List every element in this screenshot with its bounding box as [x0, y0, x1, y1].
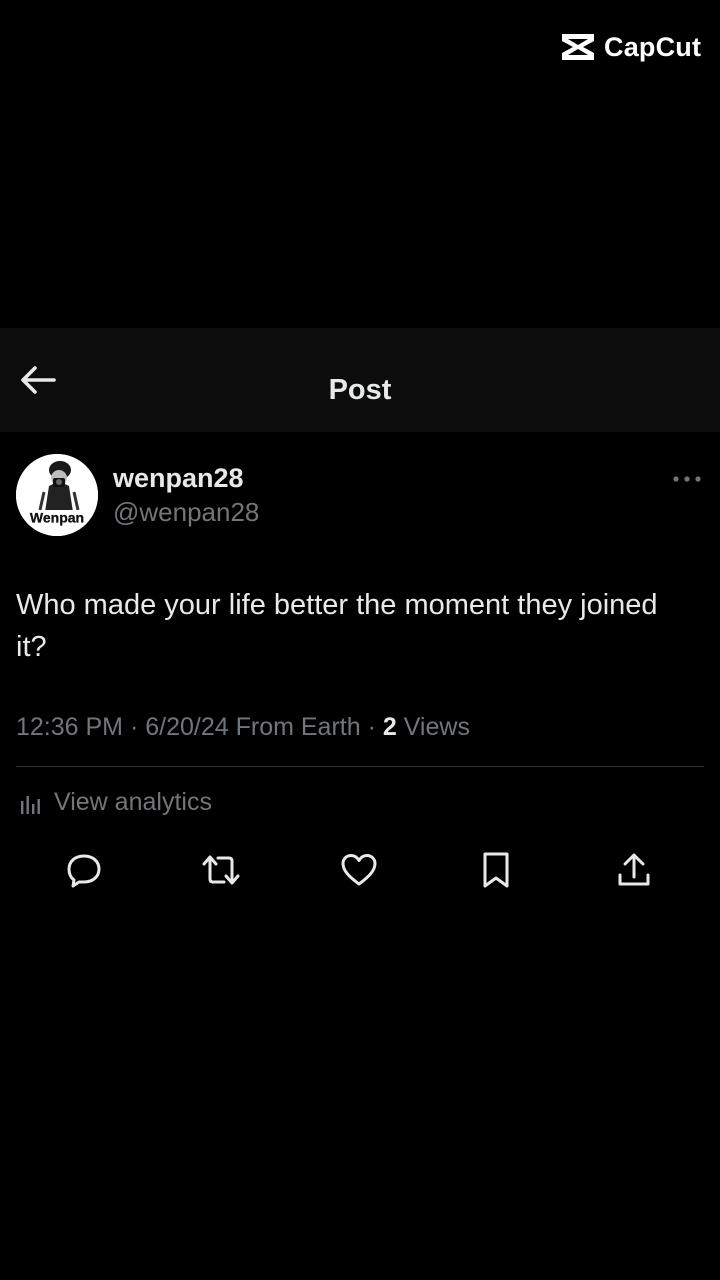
post-time: 12:36 PM	[16, 713, 124, 741]
top-bar: Post	[0, 328, 720, 432]
bookmark-button[interactable]	[474, 848, 518, 892]
page-title: Post	[328, 374, 392, 406]
reply-icon	[67, 854, 101, 888]
views-count: 2	[382, 713, 397, 741]
capcut-watermark: CapCut	[559, 30, 701, 64]
bookmark-icon	[483, 852, 509, 888]
post-location: From Earth	[228, 713, 361, 741]
author-display-name[interactable]: wenpan28	[113, 463, 244, 494]
heart-icon	[341, 854, 377, 886]
reply-button[interactable]	[62, 848, 106, 892]
avatar-image: Wenpan	[16, 454, 98, 536]
capcut-brand-text: CapCut	[604, 31, 702, 62]
analytics-icon	[21, 795, 40, 814]
meta-separator: ·	[123, 713, 146, 741]
view-analytics-label: View analytics	[54, 788, 212, 816]
more-options-button[interactable]	[670, 468, 704, 490]
more-horizontal-icon	[673, 476, 701, 482]
meta-separator: ·	[360, 713, 383, 741]
share-button[interactable]	[612, 848, 656, 892]
like-button[interactable]	[337, 848, 381, 892]
avatar[interactable]: Wenpan	[16, 454, 98, 536]
post-text: Who made your life better the moment the…	[16, 589, 658, 663]
view-analytics-button[interactable]: View analytics	[18, 788, 212, 817]
author-handle[interactable]: @wenpan28	[113, 497, 259, 528]
divider	[16, 766, 704, 767]
views-label: Views	[396, 713, 470, 741]
repost-icon	[202, 855, 240, 885]
share-icon	[618, 853, 650, 886]
repost-button[interactable]	[199, 848, 243, 892]
avatar-caption: Wenpan	[30, 510, 84, 526]
page: CapCut Post Wenpan wenpan28 @wenpan28 Wh…	[0, 0, 720, 1280]
post-meta: 12:36 PM · 6/20/24 From Earth · 2 Views	[16, 713, 470, 742]
action-bar	[0, 848, 720, 892]
post-date[interactable]: 6/20/24	[145, 713, 228, 741]
capcut-logo-icon	[562, 34, 594, 60]
